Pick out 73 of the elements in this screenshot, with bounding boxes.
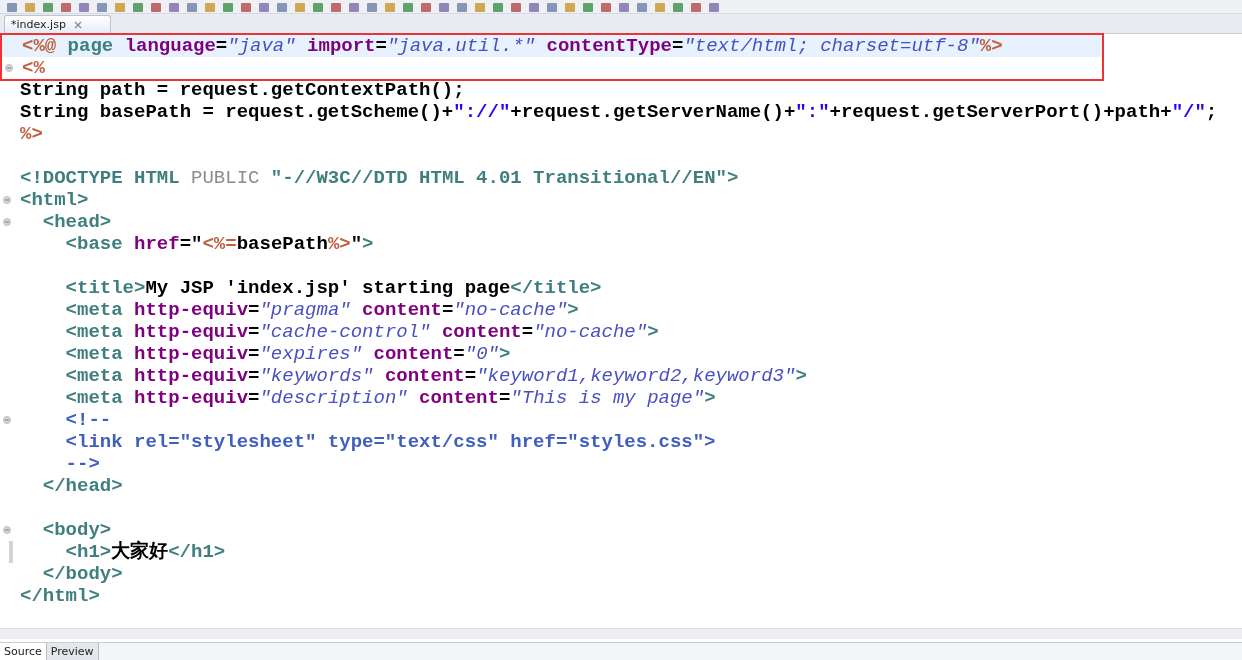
toolbar-icon[interactable] bbox=[402, 3, 414, 13]
toolbar-icon[interactable] bbox=[78, 3, 90, 13]
code-line: <h1>大家好</h1> bbox=[64, 541, 226, 563]
close-icon[interactable] bbox=[73, 20, 82, 29]
code-line: </head> bbox=[41, 475, 123, 497]
code-line: <html> bbox=[19, 189, 89, 211]
toolbar-icon[interactable] bbox=[672, 3, 684, 13]
editor-mode-tab[interactable]: Preview bbox=[46, 643, 99, 660]
toolbar-icon[interactable] bbox=[636, 3, 648, 13]
toolbar-icon[interactable] bbox=[330, 3, 342, 13]
toolbar-icon[interactable] bbox=[456, 3, 468, 13]
code-line: <meta http-equiv="expires" content="0"> bbox=[64, 343, 511, 365]
toolbar-icon[interactable] bbox=[474, 3, 486, 13]
collapse-icon[interactable] bbox=[3, 218, 11, 226]
toolbar-icon[interactable] bbox=[582, 3, 594, 13]
toolbar-icon[interactable] bbox=[510, 3, 522, 13]
code-line: <!DOCTYPE HTML PUBLIC "-//W3C//DTD HTML 4.01 Transitional//EN"> bbox=[19, 167, 739, 189]
collapse-icon[interactable] bbox=[3, 416, 11, 424]
toolbar-icon[interactable] bbox=[222, 3, 234, 13]
code-line: <% bbox=[21, 57, 45, 79]
toolbar-icon[interactable] bbox=[186, 3, 198, 13]
toolbar-icon[interactable] bbox=[114, 3, 126, 13]
toolbar-icon[interactable] bbox=[438, 3, 450, 13]
code-line: <base href="<%=basePath%>"> bbox=[64, 233, 374, 255]
collapse-icon[interactable] bbox=[5, 64, 13, 72]
toolbar-icon[interactable] bbox=[492, 3, 504, 13]
toolbar-icon[interactable] bbox=[366, 3, 378, 13]
code-line: <meta http-equiv="description" content="This is my page"> bbox=[64, 387, 716, 409]
toolbar-icon[interactable] bbox=[24, 3, 36, 13]
toolbar-icon[interactable] bbox=[384, 3, 396, 13]
code-line: </body> bbox=[41, 563, 123, 585]
code-line: String path = request.getContextPath(); bbox=[19, 79, 465, 101]
code-line: <body> bbox=[41, 519, 112, 541]
toolbar-icon[interactable] bbox=[564, 3, 576, 13]
toolbar-icon[interactable] bbox=[6, 3, 18, 13]
editor-mode-tab[interactable]: Source bbox=[0, 643, 47, 660]
horizontal-scrollbar[interactable] bbox=[0, 628, 1242, 639]
code-line: <link rel="stylesheet" type="text/css" href="styles.css"> bbox=[64, 431, 716, 453]
toolbar-icon[interactable] bbox=[348, 3, 360, 13]
code-line: </html> bbox=[19, 585, 100, 607]
toolbar-icon[interactable] bbox=[690, 3, 702, 13]
code-line: String basePath = request.getScheme()+"://"+request.getServerName()+":"+request.getServerPort()+path+"/"; bbox=[19, 101, 1218, 123]
toolbar-icon[interactable] bbox=[150, 3, 162, 13]
collapse-icon[interactable] bbox=[3, 526, 11, 534]
toolbar-icon[interactable] bbox=[96, 3, 108, 13]
toolbar-icon[interactable] bbox=[546, 3, 558, 13]
toolbar-icon[interactable] bbox=[420, 3, 432, 13]
code-line: <meta http-equiv="keywords" content="keyword1,keyword2,keyword3"> bbox=[64, 365, 807, 387]
collapse-icon[interactable] bbox=[3, 196, 11, 204]
toolbar-icon[interactable] bbox=[618, 3, 630, 13]
toolbar-icon[interactable] bbox=[258, 3, 270, 13]
code-line: --> bbox=[64, 453, 100, 475]
toolbar-icon[interactable] bbox=[654, 3, 666, 13]
toolbar-icon[interactable] bbox=[708, 3, 720, 13]
toolbar-icon[interactable] bbox=[294, 3, 306, 13]
toolbar-icon[interactable] bbox=[42, 3, 54, 13]
toolbar-icon[interactable] bbox=[276, 3, 288, 13]
code-line: %> bbox=[19, 123, 43, 145]
toolbar-icon[interactable] bbox=[528, 3, 540, 13]
toolbar-icon[interactable] bbox=[60, 3, 72, 13]
code-line: <%@ page language="java" import="java.util.*" contentType="text/html; charset=utf-8"%> bbox=[21, 35, 1003, 57]
code-line: <title>My JSP 'index.jsp' starting page</title> bbox=[64, 277, 602, 299]
code-line: <head> bbox=[41, 211, 112, 233]
toolbar-icon[interactable] bbox=[168, 3, 180, 13]
toolbar-icon[interactable] bbox=[132, 3, 144, 13]
toolbar-icon[interactable] bbox=[240, 3, 252, 13]
editor-tab[interactable]: *index.jsp bbox=[4, 15, 111, 33]
toolbar-icon[interactable] bbox=[204, 3, 216, 13]
toolbar-icon[interactable] bbox=[312, 3, 324, 13]
code-line: <!-- bbox=[64, 409, 112, 431]
code-line: <meta http-equiv="pragma" content="no-cache"> bbox=[64, 299, 579, 321]
code-line: <meta http-equiv="cache-control" content="no-cache"> bbox=[64, 321, 659, 343]
toolbar-icon[interactable] bbox=[600, 3, 612, 13]
